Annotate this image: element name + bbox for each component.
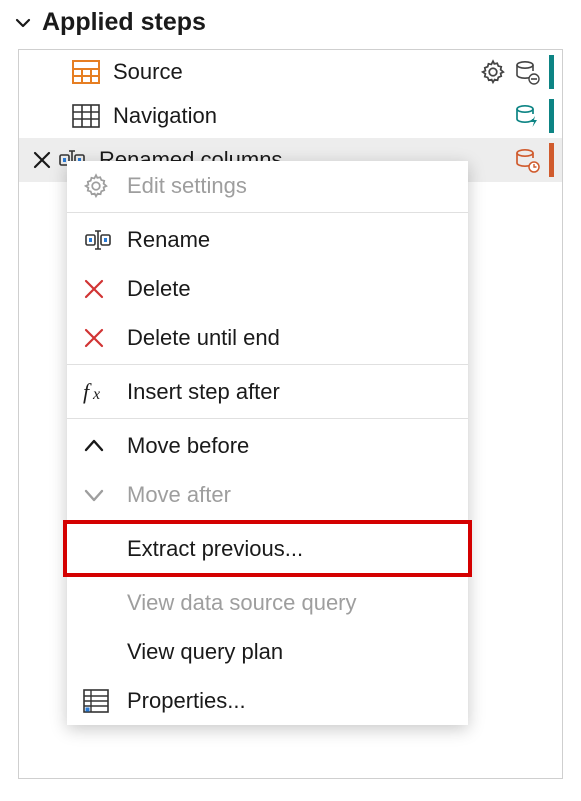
blank-icon xyxy=(83,637,119,667)
source-table-icon xyxy=(71,57,101,87)
step-actions xyxy=(513,143,554,177)
chevron-up-icon xyxy=(83,431,119,461)
menu-item-delete-until-end[interactable]: Delete until end xyxy=(67,313,468,362)
menu-item-rename[interactable]: Rename xyxy=(67,215,468,264)
menu-item-properties[interactable]: Properties... xyxy=(67,676,468,725)
step-label: Navigation xyxy=(113,103,513,129)
menu-label: Extract previous... xyxy=(127,536,303,562)
menu-item-edit-settings: Edit settings xyxy=(67,161,468,210)
svg-text:x: x xyxy=(92,386,100,403)
applied-steps-header[interactable]: Applied steps xyxy=(0,0,581,49)
status-bar xyxy=(549,143,554,177)
menu-separator xyxy=(67,575,468,576)
delete-step-button[interactable] xyxy=(27,149,57,171)
menu-label: Move before xyxy=(127,433,249,459)
menu-item-insert-step-after[interactable]: fx Insert step after xyxy=(67,367,468,416)
chevron-down-icon xyxy=(14,14,32,32)
menu-label: Rename xyxy=(127,227,210,253)
step-row-source[interactable]: Source xyxy=(19,50,562,94)
menu-label: View query plan xyxy=(127,639,283,665)
context-menu: Edit settings Rename Delete Delete until… xyxy=(67,161,468,725)
gear-icon[interactable] xyxy=(479,58,507,86)
chevron-down-icon xyxy=(83,480,119,510)
menu-item-extract-previous[interactable]: Extract previous... xyxy=(67,524,468,573)
step-actions xyxy=(479,55,554,89)
properties-icon xyxy=(83,686,119,716)
menu-item-view-data-source-query: View data source query xyxy=(67,578,468,627)
database-clock-icon[interactable] xyxy=(513,146,541,174)
rename-icon xyxy=(83,225,119,255)
table-icon xyxy=(71,101,101,131)
gear-icon xyxy=(83,171,119,201)
menu-item-move-before[interactable]: Move before xyxy=(67,421,468,470)
svg-text:f: f xyxy=(83,380,92,404)
database-lightning-icon[interactable] xyxy=(513,102,541,130)
menu-item-delete[interactable]: Delete xyxy=(67,264,468,313)
blank-icon xyxy=(83,534,119,564)
menu-item-view-query-plan[interactable]: View query plan xyxy=(67,627,468,676)
menu-separator xyxy=(67,364,468,365)
menu-label: Delete xyxy=(127,276,191,302)
status-bar xyxy=(549,99,554,133)
menu-label: View data source query xyxy=(127,590,357,616)
database-minus-icon[interactable] xyxy=(513,58,541,86)
menu-separator xyxy=(67,212,468,213)
menu-item-move-after: Move after xyxy=(67,470,468,519)
status-bar xyxy=(549,55,554,89)
menu-label: Insert step after xyxy=(127,379,280,405)
menu-label: Delete until end xyxy=(127,325,280,351)
x-icon xyxy=(83,323,119,353)
x-icon xyxy=(83,274,119,304)
menu-label: Properties... xyxy=(127,688,246,714)
menu-label: Move after xyxy=(127,482,231,508)
menu-separator xyxy=(67,418,468,419)
panel-title: Applied steps xyxy=(42,8,206,37)
step-label: Source xyxy=(113,59,479,85)
fx-icon: fx xyxy=(83,377,119,407)
step-actions xyxy=(513,99,554,133)
step-row-navigation[interactable]: Navigation xyxy=(19,94,562,138)
menu-separator xyxy=(67,521,468,522)
blank-icon xyxy=(83,588,119,618)
menu-label: Edit settings xyxy=(127,173,247,199)
